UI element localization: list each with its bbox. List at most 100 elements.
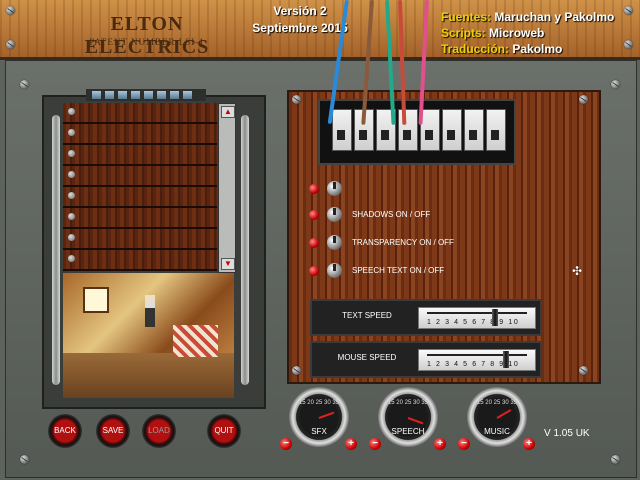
option-shadows[interactable]: SHADOWS ON / OFF	[309, 207, 489, 223]
sfx-gauge: 15 20 25 30 35 SFX	[289, 387, 349, 447]
gauge-scale: 15 20 25 30 35	[387, 400, 429, 406]
status-lamp-icon	[309, 238, 319, 248]
slider-thumb[interactable]	[492, 309, 499, 326]
save-slot[interactable]	[63, 229, 217, 250]
option-label: SPEECH TEXT ON / OFF	[352, 266, 445, 275]
text-speed-control: TEXT SPEED 1 2 3 4 5 6 7 8 9 10	[310, 299, 542, 336]
save-slot[interactable]	[63, 208, 217, 229]
load-button[interactable]: LOAD	[142, 414, 176, 448]
music-gauge: 15 20 25 30 35 MUSIC	[467, 387, 527, 447]
save-preview-image	[63, 273, 234, 398]
slider-track	[427, 312, 527, 314]
slider-ticks: 1 2 3 4 5 6 7 8 9 10	[427, 361, 520, 368]
screw-icon	[624, 40, 633, 49]
speech-gauge: 15 20 25 30 35 SPEECH	[378, 387, 438, 447]
quit-button[interactable]: QUIT	[207, 414, 241, 448]
speech-label: SPEECH	[391, 427, 425, 436]
credit-key: Fuentes:	[441, 10, 492, 24]
switch-box	[318, 99, 516, 165]
sfx-label: SFX	[311, 427, 327, 436]
gauge-scale: 15 20 25 30 35	[298, 400, 340, 406]
toggle-knob-icon[interactable]	[327, 207, 342, 222]
toggle-knob-icon[interactable]	[327, 235, 342, 250]
credit-value: Maruchan y Pakolmo	[491, 10, 615, 24]
preview-floor	[63, 353, 234, 398]
screw-icon	[624, 6, 633, 15]
fuse-switch[interactable]	[464, 109, 484, 151]
toggle-knob-icon[interactable]	[327, 181, 342, 196]
status-lamp-icon	[309, 184, 319, 194]
toggle-knob-icon[interactable]	[327, 263, 342, 278]
slot-rivet-icon	[68, 129, 75, 136]
music-plus-button[interactable]: +	[523, 438, 535, 450]
sfx-minus-button[interactable]: −	[280, 438, 292, 450]
back-button[interactable]: BACK	[48, 414, 82, 448]
indicator-light	[92, 91, 101, 99]
save-slot[interactable]	[63, 145, 217, 166]
indicator-strip	[86, 89, 206, 101]
save-button[interactable]: SAVE	[96, 414, 130, 448]
preview-character	[145, 295, 155, 327]
save-slot[interactable]	[63, 103, 217, 124]
screw-icon	[20, 80, 29, 89]
speech-plus-button[interactable]: +	[434, 438, 446, 450]
screw-icon	[611, 455, 620, 464]
preview-bed	[173, 325, 218, 357]
credit-scripts: Scripts: Microweb	[441, 26, 544, 40]
screw-icon	[20, 455, 29, 464]
music-minus-button[interactable]: −	[458, 438, 470, 450]
mouse-speed-slider[interactable]: 1 2 3 4 5 6 7 8 9 10	[418, 349, 536, 371]
mouse-speed-control: MOUSE SPEED 1 2 3 4 5 6 7 8 9 10	[310, 341, 542, 378]
fuse-switch[interactable]	[486, 109, 506, 151]
screw-icon	[6, 6, 15, 15]
version-number: V 1.05 UK	[544, 428, 590, 439]
slot-rivet-icon	[68, 255, 75, 262]
slot-scrollbar[interactable]: ▲ ▼	[218, 103, 236, 273]
slider-thumb[interactable]	[503, 351, 510, 368]
text-speed-label: TEXT SPEED	[342, 311, 392, 320]
save-slot[interactable]	[63, 250, 217, 271]
credit-value: Microweb	[485, 26, 545, 40]
option-speech-text[interactable]: SPEECH TEXT ON / OFF	[309, 263, 489, 279]
fuse-switch[interactable]	[442, 109, 462, 151]
screw-icon	[6, 40, 15, 49]
credit-key: Traducción:	[441, 42, 510, 56]
text-speed-slider[interactable]: 1 2 3 4 5 6 7 8 9 10	[418, 307, 536, 329]
slot-rivet-icon	[68, 108, 75, 115]
speech-minus-button[interactable]: −	[369, 438, 381, 450]
scroll-up-icon[interactable]: ▲	[221, 106, 235, 118]
fuse-switch[interactable]	[398, 109, 418, 151]
screw-icon	[611, 80, 620, 89]
gauge-scale: 15 20 25 30 35	[476, 400, 518, 406]
sfx-plus-button[interactable]: +	[345, 438, 357, 450]
music-label: MUSIC	[484, 427, 510, 436]
screw-icon	[579, 95, 588, 104]
credit-key: Scripts:	[441, 26, 486, 40]
indicator-light	[144, 91, 153, 99]
save-slot[interactable]	[63, 124, 217, 145]
brand-title: ELTON ELECTRICS	[84, 13, 210, 58]
patent-number: PATENT NUMBER LSI-1	[89, 37, 205, 47]
credit-translation: Traducción: Pakolmo	[441, 42, 562, 56]
status-lamp-icon	[309, 266, 319, 276]
slider-ticks: 1 2 3 4 5 6 7 8 9 10	[427, 319, 520, 326]
option-toggle[interactable]	[309, 181, 409, 197]
preview-window	[83, 287, 109, 313]
save-slot[interactable]	[63, 166, 217, 187]
indicator-light	[105, 91, 114, 99]
slot-rivet-icon	[68, 192, 75, 199]
slot-rivet-icon	[68, 213, 75, 220]
screw-icon	[292, 95, 301, 104]
option-transparency[interactable]: TRANSPARENCY ON / OFF	[309, 235, 489, 251]
indicator-light	[157, 91, 166, 99]
screw-icon	[292, 366, 301, 375]
fuse-switch[interactable]	[420, 109, 440, 151]
fuse-switch[interactable]	[332, 109, 352, 151]
credit-sources: Fuentes: Maruchan y Pakolmo	[441, 10, 614, 24]
indicator-light	[118, 91, 127, 99]
save-slot[interactable]	[63, 187, 217, 208]
frame-rail	[52, 115, 60, 385]
slider-track	[427, 354, 527, 356]
indicator-light	[131, 91, 140, 99]
scroll-down-icon[interactable]: ▼	[221, 258, 235, 270]
